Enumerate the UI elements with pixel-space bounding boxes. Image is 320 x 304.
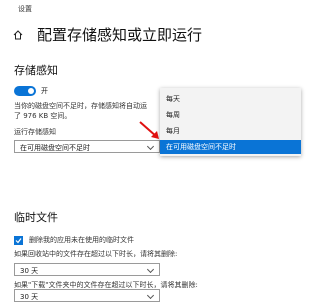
chevron-down-icon <box>146 142 155 151</box>
recycle-bin-select[interactable]: 30 天 <box>14 263 160 276</box>
dropdown-option-low-space-label: 在可用磁盘空间不足时 <box>166 143 236 151</box>
storage-sense-description-2: 了 976 KB 空间。 <box>14 112 72 120</box>
home-icon[interactable] <box>13 30 23 40</box>
window-title: 设置 <box>18 5 32 13</box>
temp-files-heading: 临时文件 <box>14 211 58 224</box>
chevron-down-icon <box>146 291 155 300</box>
run-storage-sense-label: 运行存储感知 <box>14 128 56 136</box>
recycle-bin-label: 如果回收站中的文件存在超过以下时长，请将其删除: <box>14 250 178 258</box>
dropdown-option-low-space[interactable]: 在可用磁盘空间不足时 <box>160 140 301 154</box>
recycle-bin-value: 30 天 <box>20 267 39 275</box>
delete-temp-files-checkbox[interactable] <box>14 236 23 245</box>
checkmark-icon <box>15 238 22 244</box>
dropdown-option-monthly[interactable]: 每月 <box>166 126 180 136</box>
dropdown-option-daily[interactable]: 每天 <box>166 94 180 104</box>
page-title: 配置存储感知或立即运行 <box>37 26 203 44</box>
toggle-knob <box>28 88 34 94</box>
storage-sense-heading: 存储感知 <box>14 64 58 77</box>
frequency-dropdown: 每天 每周 每月 在可用磁盘空间不足时 <box>160 88 301 156</box>
run-storage-sense-value: 在可用磁盘空间不足时 <box>20 144 90 152</box>
chevron-down-icon <box>146 265 155 274</box>
red-arrow-annotation <box>139 121 159 139</box>
delete-temp-files-label: 删除我的应用未在使用的临时文件 <box>29 236 134 244</box>
storage-sense-description-1: 当你的磁盘空间不足时，存储感知将自动运 <box>14 102 147 110</box>
downloads-value: 30 天 <box>20 293 39 301</box>
dropdown-option-weekly[interactable]: 每周 <box>166 110 180 120</box>
toggle-label: 开 <box>41 87 48 95</box>
downloads-select[interactable]: 30 天 <box>14 289 160 302</box>
storage-sense-toggle[interactable] <box>14 86 36 96</box>
